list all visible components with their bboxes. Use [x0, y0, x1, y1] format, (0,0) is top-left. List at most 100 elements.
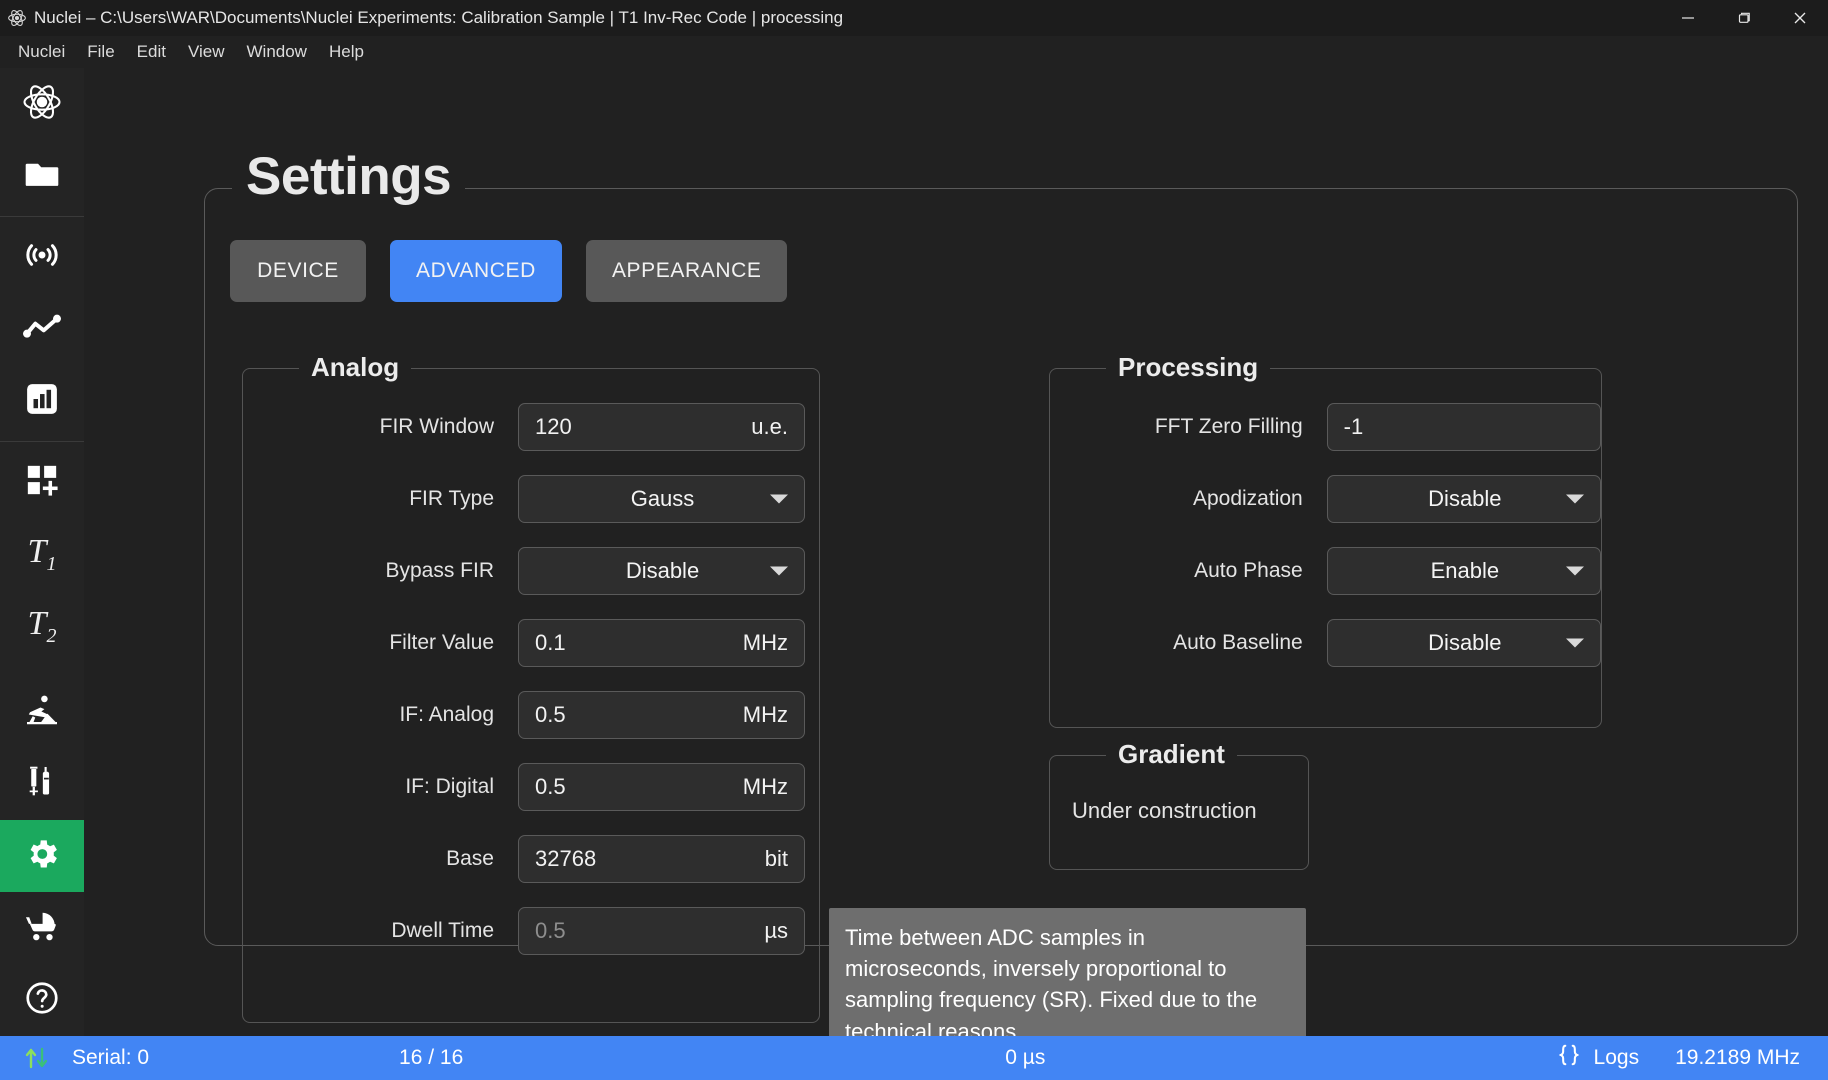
field-row-bypass-fir: Bypass FIR Disable [243, 535, 819, 607]
logs-button[interactable]: Logs [1556, 1042, 1640, 1074]
field-value-fft-zero-filling: -1 [1343, 414, 1364, 439]
field-label-fir-type: FIR Type [409, 487, 494, 510]
field-input-if-digital[interactable]: 0.5 MHz [518, 763, 805, 811]
field-row-fft-zero-filling: FFT Zero Filling -1 [1050, 391, 1601, 463]
field-value-filter-value: 0.1 [535, 630, 566, 655]
sidebar-item-files[interactable] [0, 140, 84, 212]
sidebar-item-line-chart[interactable] [0, 293, 84, 365]
chevron-down-icon [770, 494, 788, 504]
frequency-status: 19.2189 MHz [1675, 1046, 1800, 1069]
analog-group-legend: Analog [299, 352, 412, 383]
sidebar-item-logo[interactable] [0, 68, 84, 140]
field-row-apodization: Apodization Disable [1050, 463, 1601, 535]
field-row-if-digital: IF: Digital 0.5 MHz [243, 751, 819, 823]
construction-worker-icon [24, 692, 60, 733]
field-label-fir-window: FIR Window [379, 415, 494, 438]
field-unit-if-digital: MHz [742, 774, 788, 799]
window-title: Nuclei – C:\Users\WAR\Documents\Nuclei E… [34, 8, 844, 27]
gradient-group-legend: Gradient [1106, 739, 1237, 770]
field-select-auto-phase[interactable]: Enable [1326, 547, 1601, 595]
field-label-dwell-time: Dwell Time [391, 919, 494, 942]
gear-icon [23, 835, 61, 878]
sidebar-item-t1[interactable]: T1 [0, 518, 84, 590]
maximize-button[interactable] [1716, 0, 1772, 36]
status-bar: Serial: 0 16 / 16 0 µs Logs 19.2189 MHz [0, 1036, 1828, 1080]
question-circle-icon [23, 979, 61, 1022]
broadcast-signal-icon [23, 236, 61, 279]
sidebar-item-t2[interactable]: T2 [0, 590, 84, 662]
sidebar-divider-1 [0, 216, 84, 217]
chevron-down-icon [770, 566, 788, 576]
field-input-base[interactable]: 32768 bit [518, 835, 805, 883]
sidebar-item-signal[interactable] [0, 221, 84, 293]
sidebar-item-samples[interactable] [0, 748, 84, 820]
field-input-if-analog[interactable]: 0.5 MHz [518, 691, 805, 739]
title-bar: Nuclei – C:\Users\WAR\Documents\Nuclei E… [0, 0, 1828, 36]
chevron-down-icon [1566, 566, 1584, 576]
field-input-dwell-time[interactable]: 0.5 µs [518, 907, 805, 955]
menu-item-help[interactable]: Help [319, 38, 374, 66]
tab-advanced[interactable]: ADVANCED [390, 240, 562, 302]
sidebar-item-settings[interactable] [0, 820, 84, 892]
processing-group: Processing FFT Zero Filling -1 Apodizati… [1049, 352, 1602, 728]
menu-item-file[interactable]: File [77, 38, 124, 66]
sidebar-item-help[interactable] [0, 964, 84, 1036]
field-value-if-digital: 0.5 [535, 774, 566, 799]
sidebar: T1 T2 [0, 68, 84, 1036]
field-value-auto-baseline: Disable [1428, 630, 1502, 655]
sidebar-item-add-module[interactable] [0, 446, 84, 518]
field-label-if-digital: IF: Digital [405, 775, 494, 798]
progress-bar [481, 1055, 982, 1061]
close-button[interactable] [1772, 0, 1828, 36]
analog-group: Analog FIR Window 120 u.e. FIR Type Gaus… [242, 352, 820, 1023]
braces-icon [1556, 1042, 1582, 1074]
logs-label: Logs [1593, 1046, 1640, 1069]
field-row-if-analog: IF: Analog 0.5 MHz [243, 679, 819, 751]
field-label-apodization: Apodization [1192, 487, 1303, 510]
grid-plus-icon [25, 463, 59, 502]
tab-appearance[interactable]: APPEARANCE [585, 240, 788, 302]
field-input-fir-window[interactable]: 120 u.e. [518, 403, 805, 451]
sidebar-divider-2 [0, 441, 84, 442]
field-select-fir-type[interactable]: Gauss [518, 475, 805, 523]
field-unit-base: bit [764, 846, 788, 871]
sidebar-item-construction[interactable] [0, 676, 84, 748]
app-window: Nuclei – C:\Users\WAR\Documents\Nuclei E… [0, 0, 1828, 1080]
line-chart-icon [22, 307, 62, 352]
field-label-auto-phase: Auto Phase [1194, 559, 1303, 582]
tooltip: Time between ADC samples in microseconds… [829, 908, 1306, 1036]
minimize-button[interactable] [1660, 0, 1716, 36]
field-label-fft-zero-filling: FFT Zero Filling [1154, 415, 1303, 438]
menu-item-nuclei[interactable]: Nuclei [8, 38, 75, 66]
field-select-auto-baseline[interactable]: Disable [1326, 619, 1601, 667]
up-down-arrows-icon[interactable] [22, 1045, 56, 1071]
settings-tabs: DEVICE ADVANCED APPEARANCE [230, 240, 788, 302]
field-row-filter-value: Filter Value 0.1 MHz [243, 607, 819, 679]
field-select-apodization[interactable]: Disable [1326, 475, 1601, 523]
tab-device[interactable]: DEVICE [230, 240, 366, 302]
field-row-base: Base 32768 bit [243, 823, 819, 895]
field-select-bypass-fir[interactable]: Disable [518, 547, 805, 595]
app-icon [0, 8, 34, 28]
serial-status: Serial: 0 [72, 1046, 150, 1069]
menu-item-edit[interactable]: Edit [127, 38, 176, 66]
sidebar-item-bar-chart[interactable] [0, 365, 84, 437]
field-input-filter-value[interactable]: 0.1 MHz [518, 619, 805, 667]
settings-content: Settings DEVICE ADVANCED APPEARANCE Anal… [84, 68, 1828, 1036]
chevron-down-icon [1566, 638, 1584, 648]
field-unit-if-analog: MHz [742, 702, 788, 727]
field-label-filter-value: Filter Value [389, 631, 494, 654]
field-unit-filter-value: MHz [742, 630, 788, 655]
field-row-fir-type: FIR Type Gauss [243, 463, 819, 535]
field-input-fft-zero-filling[interactable]: -1 [1326, 403, 1601, 451]
field-value-if-analog: 0.5 [535, 702, 566, 727]
field-value-base: 32768 [535, 846, 597, 871]
menu-item-view[interactable]: View [178, 38, 235, 66]
field-label-auto-baseline: Auto Baseline [1173, 631, 1303, 654]
menu-item-window[interactable]: Window [237, 38, 317, 66]
field-label-bypass-fir: Bypass FIR [385, 559, 494, 582]
field-value-fir-type: Gauss [630, 486, 695, 511]
bar-chart-icon [25, 382, 59, 421]
sidebar-item-stroller[interactable] [0, 892, 84, 964]
field-label-if-analog: IF: Analog [399, 703, 494, 726]
